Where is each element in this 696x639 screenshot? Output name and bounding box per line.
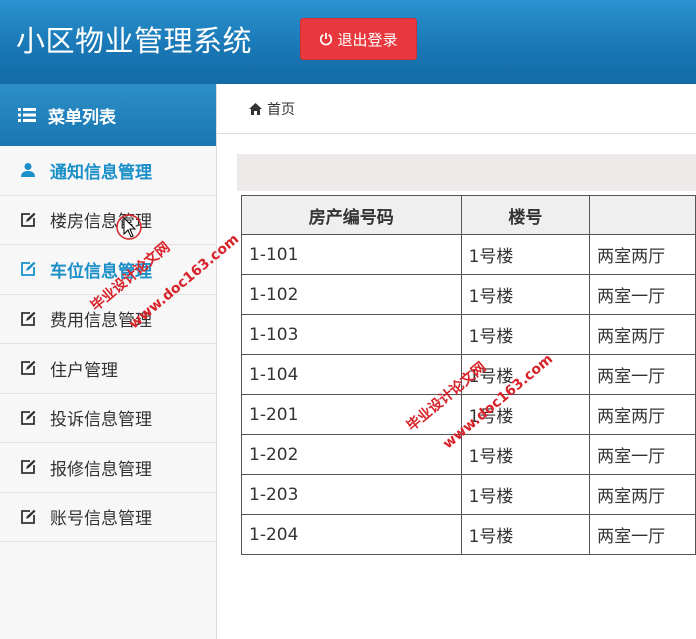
- table-header-row: 房产编号码 楼号: [241, 195, 696, 235]
- table-cell: 两室一厅: [589, 354, 696, 395]
- table-cell: 两室两厅: [589, 394, 696, 435]
- table-cell: 两室两厅: [589, 314, 696, 355]
- edit-icon: [21, 311, 36, 326]
- table-cell: 1-202: [241, 434, 462, 475]
- breadcrumb-home[interactable]: 首页: [267, 99, 295, 119]
- sidebar-item-complaints[interactable]: 投诉信息管理: [0, 394, 216, 443]
- table-cell: 1-104: [241, 354, 462, 395]
- table-cell: 1-101: [241, 234, 462, 275]
- power-icon: [320, 32, 333, 46]
- table-row[interactable]: 1-203 1号楼 两室两厅: [241, 474, 696, 515]
- edit-icon: [21, 410, 36, 425]
- sidebar: 菜单列表 通知信息管理 楼房信息管理 车位信息管理 费用信息管理 住户管理 投诉…: [0, 84, 217, 639]
- list-icon: [18, 108, 36, 122]
- user-icon: [21, 163, 35, 178]
- app-header: 小区物业管理系统 退出登录: [0, 0, 696, 84]
- table-row[interactable]: 1-101 1号楼 两室两厅: [241, 234, 696, 275]
- table-row[interactable]: 1-104 1号楼 两室一厅: [241, 354, 696, 395]
- sidebar-item-label: 费用信息管理: [50, 311, 152, 332]
- table-row[interactable]: 1-102 1号楼 两室一厅: [241, 274, 696, 315]
- table-cell: 两室一厅: [589, 514, 696, 555]
- table-cell: 两室两厅: [589, 234, 696, 275]
- table-cell: 1-201: [241, 394, 462, 435]
- sidebar-title: 菜单列表: [48, 107, 116, 128]
- table-row[interactable]: 1-204 1号楼 两室一厅: [241, 514, 696, 555]
- edit-icon: [21, 262, 36, 277]
- table-cell: 1-103: [241, 314, 462, 355]
- sidebar-item-label: 投诉信息管理: [50, 410, 152, 431]
- logout-label: 退出登录: [337, 30, 398, 49]
- table-cell: 1-204: [241, 514, 462, 555]
- table-cell: 1号楼: [460, 274, 591, 315]
- logout-button[interactable]: 退出登录: [300, 18, 417, 60]
- table-cell: 1号楼: [460, 234, 591, 275]
- table-row[interactable]: 1-202 1号楼 两室一厅: [241, 434, 696, 475]
- table-cell: 两室一厅: [589, 274, 696, 315]
- sidebar-menu: 通知信息管理 楼房信息管理 车位信息管理 费用信息管理 住户管理 投诉信息管理 …: [0, 146, 216, 542]
- mouse-cursor-icon: [116, 214, 142, 240]
- toolbar-strip: [237, 154, 696, 191]
- table-cell: 1号楼: [460, 394, 591, 435]
- sidebar-item-label: 报修信息管理: [50, 459, 152, 480]
- table-cell: 两室两厅: [589, 474, 696, 515]
- breadcrumb: 首页: [217, 84, 696, 134]
- home-icon: [249, 102, 262, 115]
- column-header: 楼号: [460, 195, 591, 235]
- table-cell: 1-203: [241, 474, 462, 515]
- column-header: 房产编号码: [241, 195, 462, 235]
- edit-icon: [21, 361, 36, 376]
- table-cell: 1号楼: [460, 474, 591, 515]
- sidebar-header: 菜单列表: [0, 84, 216, 146]
- sidebar-item-label: 住户管理: [50, 360, 118, 381]
- table-cell: 两室一厅: [589, 434, 696, 475]
- app-title: 小区物业管理系统: [16, 24, 253, 58]
- sidebar-item-repairs[interactable]: 报修信息管理: [0, 443, 216, 493]
- table-cell: 1号楼: [460, 354, 591, 395]
- edit-icon: [21, 509, 36, 524]
- sidebar-item-parking[interactable]: 车位信息管理: [0, 245, 216, 295]
- table-cell: 1号楼: [460, 314, 591, 355]
- house-table: 房产编号码 楼号 1-101 1号楼 两室两厅 1-102 1号楼 两室一厅 1…: [241, 195, 696, 555]
- table-row[interactable]: 1-103 1号楼 两室两厅: [241, 314, 696, 355]
- sidebar-item-label: 账号信息管理: [50, 509, 152, 530]
- sidebar-item-accounts[interactable]: 账号信息管理: [0, 493, 216, 542]
- table-cell: 1号楼: [460, 514, 591, 555]
- sidebar-item-building[interactable]: 楼房信息管理: [0, 196, 216, 245]
- edit-icon: [21, 460, 36, 475]
- sidebar-item-residents[interactable]: 住户管理: [0, 344, 216, 394]
- main-content: 首页 房产编号码 楼号 1-101 1号楼 两室两厅 1-102 1号楼 两室一…: [217, 84, 696, 639]
- column-header: [589, 195, 696, 235]
- sidebar-item-label: 通知信息管理: [50, 162, 152, 183]
- table-cell: 1-102: [241, 274, 462, 315]
- sidebar-item-label: 车位信息管理: [50, 261, 152, 282]
- table-row[interactable]: 1-201 1号楼 两室两厅: [241, 394, 696, 435]
- sidebar-item-fees[interactable]: 费用信息管理: [0, 295, 216, 344]
- sidebar-item-notice[interactable]: 通知信息管理: [0, 146, 216, 196]
- edit-icon: [21, 212, 36, 227]
- table-cell: 1号楼: [460, 434, 591, 475]
